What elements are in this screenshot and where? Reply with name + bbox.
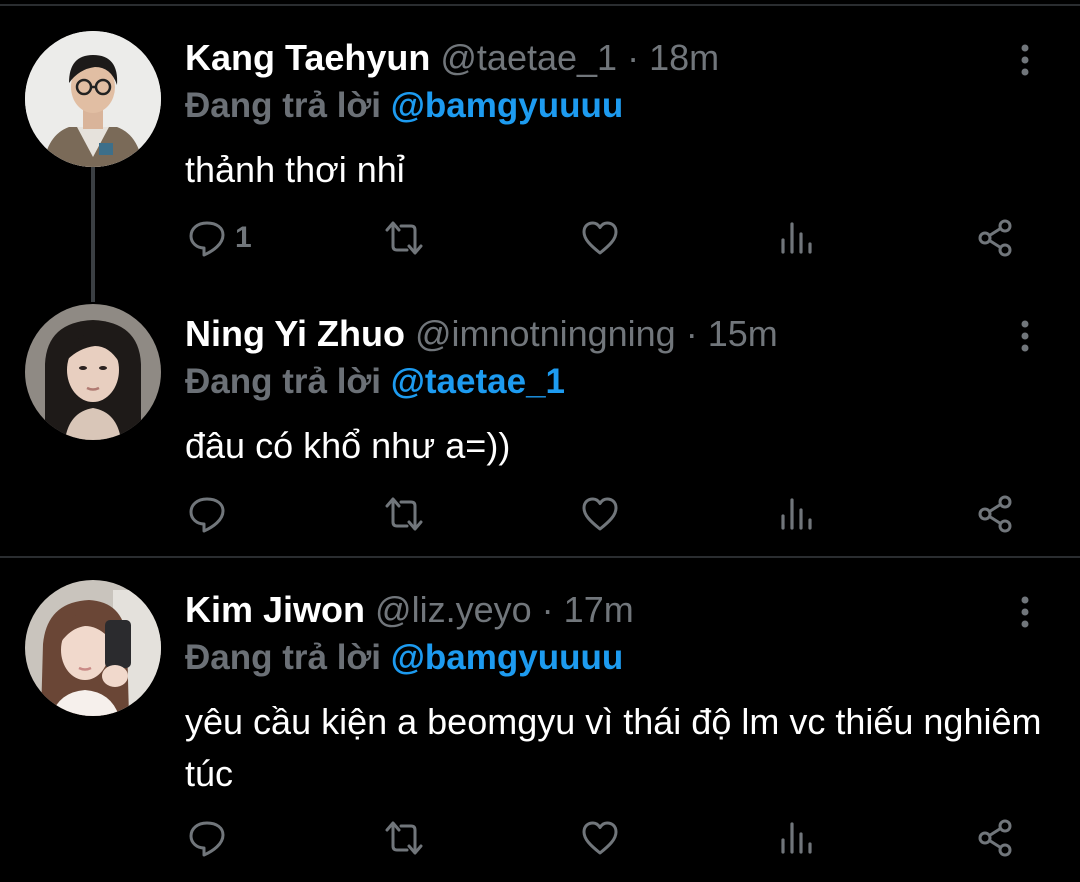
retweet-icon [383,218,425,258]
reply-icon [187,218,227,258]
replying-to: Đang trả lời @taetae_1 [185,360,565,404]
display-name[interactable]: Kim Jiwon [185,589,365,630]
like-button[interactable] [580,492,620,536]
more-options-icon[interactable] [1010,42,1040,78]
retweet-button[interactable] [383,216,425,260]
tweet-header: Ning Yi Zhuo @imnotningning · 15m [185,312,778,356]
user-handle[interactable]: @imnotningning [415,313,676,354]
more-options-icon[interactable] [1010,318,1040,354]
action-bar [185,816,1045,860]
retweet-icon [383,818,425,858]
timestamp[interactable]: 15m [708,313,778,354]
share-button[interactable] [975,816,1015,860]
more-options-icon[interactable] [1010,594,1040,630]
retweet-icon [383,494,425,534]
separator-dot: · [685,313,698,354]
user-handle[interactable]: @liz.yeyo [375,589,532,630]
views-button[interactable] [778,216,814,260]
share-button[interactable] [975,216,1015,260]
display-name[interactable]: Kang Taehyun [185,37,430,78]
like-icon [580,218,620,258]
tweet-text: đâu có khổ như a=)) [185,425,511,466]
tweet-ning-yi-zhuo[interactable]: Ning Yi Zhuo @imnotningning · 15m Đang t… [0,282,1080,554]
action-bar [185,492,1045,536]
tweet-header: Kang Taehyun @taetae_1 · 18m [185,36,719,80]
separator-dot: · [541,589,554,630]
retweet-button[interactable] [383,816,425,860]
user-handle[interactable]: @taetae_1 [440,37,617,78]
reply-count: 1 [235,221,252,254]
views-icon [778,218,814,258]
display-name[interactable]: Ning Yi Zhuo [185,313,405,354]
reply-mention-link[interactable]: @bamgyuuuu [391,638,623,677]
like-button[interactable] [580,816,620,860]
avatar[interactable] [25,31,161,167]
share-icon [975,218,1015,258]
reply-icon [187,818,227,858]
views-icon [778,818,814,858]
reply-button[interactable] [187,492,227,536]
retweet-button[interactable] [383,492,425,536]
tweet-header: Kim Jiwon @liz.yeyo · 17m [185,588,634,632]
views-button[interactable] [778,492,814,536]
tweet-text: thảnh thơi nhỉ [185,149,405,190]
avatar[interactable] [25,304,161,440]
timestamp[interactable]: 18m [649,37,719,78]
share-button[interactable] [975,492,1015,536]
reply-button[interactable] [187,816,227,860]
tweet-text: yêu cầu kiện a beomgyu vì thái độ lm vc … [185,701,1042,794]
replying-to-label: Đang trả lời [185,86,382,125]
reply-mention-link[interactable]: @taetae_1 [391,362,565,401]
reply-icon [187,494,227,534]
reply-mention-link[interactable]: @bamgyuuuu [391,86,623,125]
replying-to-label: Đang trả lời [185,362,382,401]
like-icon [580,818,620,858]
reply-button[interactable]: 1 [187,216,252,260]
separator-dot: · [627,37,640,78]
tweet-kang-taehyun[interactable]: Kang Taehyun @taetae_1 · 18m Đang trả lờ… [0,6,1080,282]
share-icon [975,494,1015,534]
avatar[interactable] [25,580,161,716]
like-icon [580,494,620,534]
timestamp[interactable]: 17m [564,589,634,630]
tweet-kim-jiwon[interactable]: Kim Jiwon @liz.yeyo · 17m Đang trả lời @… [0,558,1080,882]
like-button[interactable] [580,216,620,260]
share-icon [975,818,1015,858]
action-bar: 1 [185,216,1045,260]
replying-to-label: Đang trả lời [185,638,382,677]
views-icon [778,494,814,534]
views-button[interactable] [778,816,814,860]
replying-to: Đang trả lời @bamgyuuuu [185,84,623,128]
replying-to: Đang trả lời @bamgyuuuu [185,636,623,680]
